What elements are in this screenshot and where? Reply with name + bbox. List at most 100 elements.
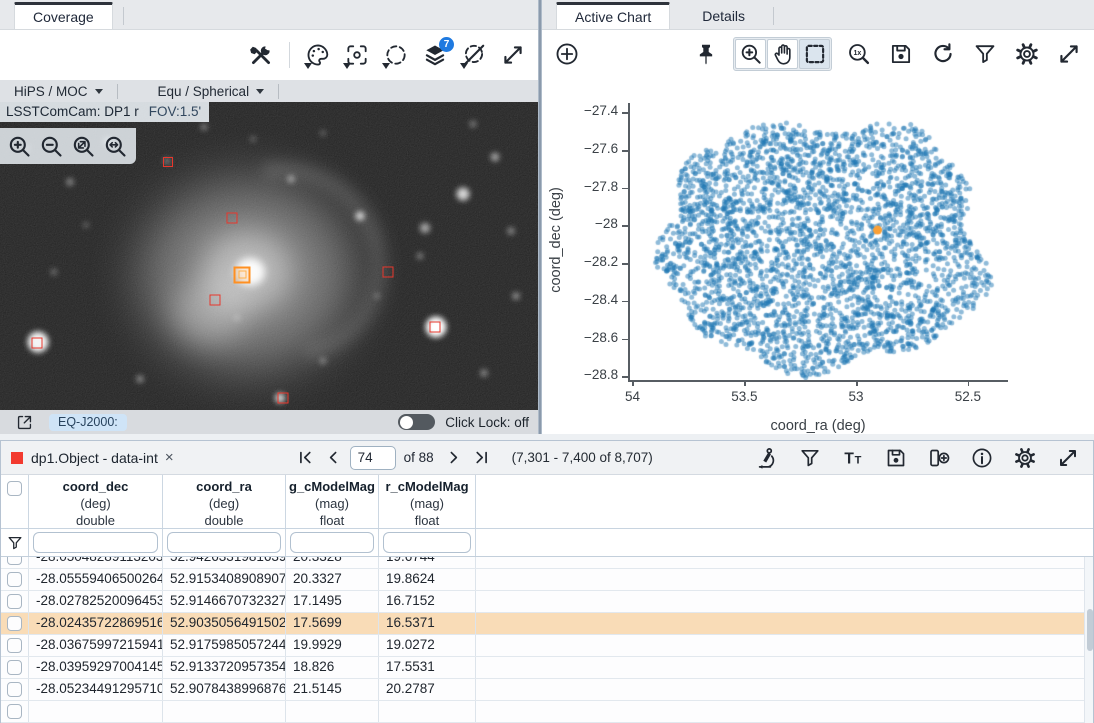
scrollbar-thumb[interactable] <box>1087 609 1093 651</box>
column-header-g_cModelMag[interactable]: g_cModelMag (mag) float <box>286 475 379 528</box>
star-blob <box>356 212 365 221</box>
row-select-cell <box>1 613 29 634</box>
table-row[interactable]: -28.05559406500264452.9153408908907220.3… <box>1 569 1093 591</box>
cell-coord_dec: -28.024357228695166 <box>29 613 163 634</box>
row-checkbox[interactable] <box>7 557 22 565</box>
coord-system-dropdown[interactable]: Equ / Spherical <box>144 84 279 99</box>
filter-input-g_cModelMag[interactable] <box>290 532 374 553</box>
object-marker[interactable] <box>226 213 237 224</box>
zoom-in-icon[interactable] <box>4 131 34 161</box>
zoom-original-icon[interactable]: 1x <box>844 39 874 69</box>
click-lock-toggle[interactable] <box>398 414 435 430</box>
row-checkbox[interactable] <box>7 638 22 653</box>
object-marker[interactable] <box>163 157 173 167</box>
table-row[interactable]: -28.02782520096453652.9146670732327517.1… <box>1 591 1093 613</box>
table-toolbar: TT <box>752 443 1083 473</box>
svg-text:T: T <box>844 450 854 467</box>
column-name: r_cModelMag <box>385 479 468 496</box>
filter-input-r_cModelMag[interactable] <box>383 532 471 553</box>
star-blob <box>456 188 469 201</box>
row-checkbox[interactable] <box>7 704 22 719</box>
table-pagination: of 88 (7,301 - 7,400 of 8,707) <box>294 446 653 470</box>
filter-input-coord_dec[interactable] <box>33 532 158 553</box>
page-number-input[interactable] <box>350 446 396 470</box>
cell-g_cModelMag: 17.5699 <box>286 613 379 634</box>
select-off-icon[interactable] <box>459 40 489 70</box>
table-row[interactable]: -28.03675997215941352.91759850572448419.… <box>1 635 1093 657</box>
cell-g_cModelMag: 18.826 <box>286 657 379 678</box>
filter-input-coord_ra[interactable] <box>167 532 281 553</box>
table-header: coord_dec (deg) doublecoord_ra (deg) dou… <box>1 475 1093 529</box>
zoom-fit-icon[interactable] <box>68 131 98 161</box>
layers-icon[interactable]: 7 <box>420 40 450 70</box>
palette-icon[interactable] <box>303 40 333 70</box>
restore-icon[interactable] <box>928 39 958 69</box>
zoom-out-icon[interactable] <box>36 131 66 161</box>
settings-icon[interactable] <box>1010 443 1040 473</box>
text-view-icon[interactable]: TT <box>838 443 868 473</box>
row-checkbox[interactable] <box>7 616 22 631</box>
pin-icon[interactable] <box>691 39 721 69</box>
zoom-fill-icon[interactable] <box>100 131 130 161</box>
scatter-points-canvas[interactable] <box>628 103 1008 380</box>
settings-icon[interactable] <box>1012 39 1042 69</box>
expand-icon[interactable] <box>1054 39 1084 69</box>
filter-icon[interactable] <box>970 39 1000 69</box>
table-row[interactable]: -28.02435722869516652.9035056491502717.5… <box>1 613 1093 635</box>
selected-object-marker[interactable] <box>234 266 251 283</box>
prev-page-button[interactable] <box>322 446 346 470</box>
hips-moc-dropdown[interactable]: HiPS / MOC <box>0 84 117 99</box>
row-checkbox[interactable] <box>7 682 22 697</box>
microscope-icon[interactable] <box>752 443 782 473</box>
table-row[interactable]: -28.05048289113203552.94263319816399320.… <box>1 557 1093 569</box>
add-chart-icon[interactable] <box>552 39 582 69</box>
sky-image-viewer[interactable]: LSSTComCam: DP1 r FOV:1.5' <box>0 102 538 410</box>
object-marker[interactable] <box>210 294 221 305</box>
save-icon[interactable] <box>881 443 911 473</box>
filter-icon[interactable] <box>5 532 24 554</box>
column-header-coord_ra[interactable]: coord_ra (deg) double <box>163 475 286 528</box>
add-column-icon[interactable] <box>924 443 954 473</box>
coverage-toolbar: 7 <box>0 30 538 80</box>
select-all-checkbox[interactable] <box>7 481 22 496</box>
hips-moc-label: HiPS / MOC <box>14 84 88 99</box>
table-color-legend <box>11 452 23 464</box>
box-select-icon[interactable] <box>799 39 830 69</box>
filter-icon[interactable] <box>795 443 825 473</box>
tools-icon[interactable] <box>246 40 276 70</box>
pan-hand-icon[interactable] <box>767 39 798 69</box>
table-row[interactable]: -28.05234491295710352.9078438996876921.5… <box>1 679 1093 701</box>
table-row[interactable]: -28.03959297004145452.9133720957354518.8… <box>1 657 1093 679</box>
save-icon[interactable] <box>886 39 916 69</box>
y-tick-label: −27.4 <box>584 103 618 118</box>
table-scrollbar[interactable] <box>1084 557 1093 723</box>
object-marker[interactable] <box>430 321 441 332</box>
info-icon[interactable] <box>967 443 997 473</box>
next-page-button[interactable] <box>442 446 466 470</box>
row-checkbox[interactable] <box>7 594 22 609</box>
expand-icon[interactable] <box>498 40 528 70</box>
zoom-in-icon[interactable] <box>735 39 766 69</box>
column-header-coord_dec[interactable]: coord_dec (deg) double <box>29 475 163 528</box>
row-checkbox[interactable] <box>7 660 22 675</box>
expand-icon[interactable] <box>1053 443 1083 473</box>
tab-coverage[interactable]: Coverage <box>14 2 113 29</box>
select-area-icon[interactable] <box>381 40 411 70</box>
last-page-button[interactable] <box>470 446 494 470</box>
row-checkbox[interactable] <box>7 572 22 587</box>
row-filler <box>476 557 1093 568</box>
recenter-icon[interactable] <box>342 40 372 70</box>
object-marker[interactable] <box>277 392 288 403</box>
scatter-chart[interactable]: 5453.55352.5−27.4−27.6−27.8−28−28.2−28.4… <box>542 78 1094 434</box>
external-link-icon[interactable] <box>9 407 39 437</box>
object-marker[interactable] <box>32 338 43 349</box>
tab-divider <box>123 7 124 25</box>
cell-coord_ra: 52.90350564915027 <box>163 613 286 634</box>
column-header-r_cModelMag[interactable]: r_cModelMag (mag) float <box>379 475 476 528</box>
object-marker[interactable] <box>382 266 393 277</box>
close-icon[interactable]: × <box>165 450 174 465</box>
first-page-button[interactable] <box>294 446 318 470</box>
tab-active-chart[interactable]: Active Chart <box>556 2 670 29</box>
tab-details[interactable]: Details <box>684 2 763 29</box>
table-row[interactable] <box>1 701 1093 723</box>
